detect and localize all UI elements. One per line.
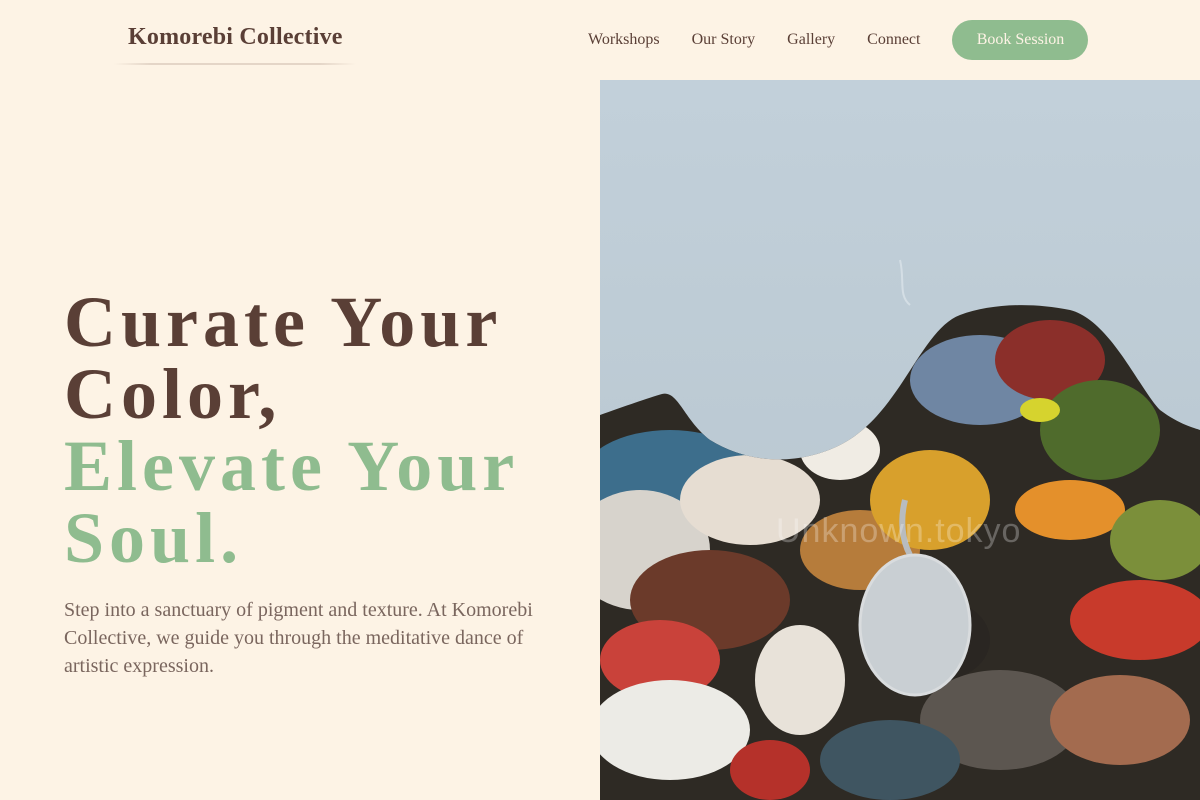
image-watermark: Unknown.tokyo [776,512,1022,550]
hero-title-line-4: Soul. [64,498,244,578]
brand-logo[interactable]: Komorebi Collective [128,24,343,51]
site-header: Komorebi Collective Workshops Our Story … [0,0,1200,80]
hero-description: Step into a sanctuary of pigment and tex… [64,599,533,677]
hero-title-line-2: Color, [64,354,282,434]
nav-workshops[interactable]: Workshops [588,31,660,49]
hero-section: Curate Your Color, Elevate Your Soul. St… [64,286,584,680]
brand-underline [114,63,356,65]
nav-gallery[interactable]: Gallery [787,31,835,49]
nav-our-story[interactable]: Our Story [692,31,756,49]
hero-title-line-1: Curate Your [64,282,503,362]
nav-connect[interactable]: Connect [867,31,920,49]
hero-title-line-3: Elevate Your [64,426,520,506]
paint-palette-photo [600,80,1200,800]
book-session-button[interactable]: Book Session [952,20,1089,60]
hero-title: Curate Your Color, Elevate Your Soul. [64,286,584,574]
hero-image: Unknown.tokyo [600,80,1200,800]
main-nav: Workshops Our Story Gallery Connect Book… [588,20,1089,60]
